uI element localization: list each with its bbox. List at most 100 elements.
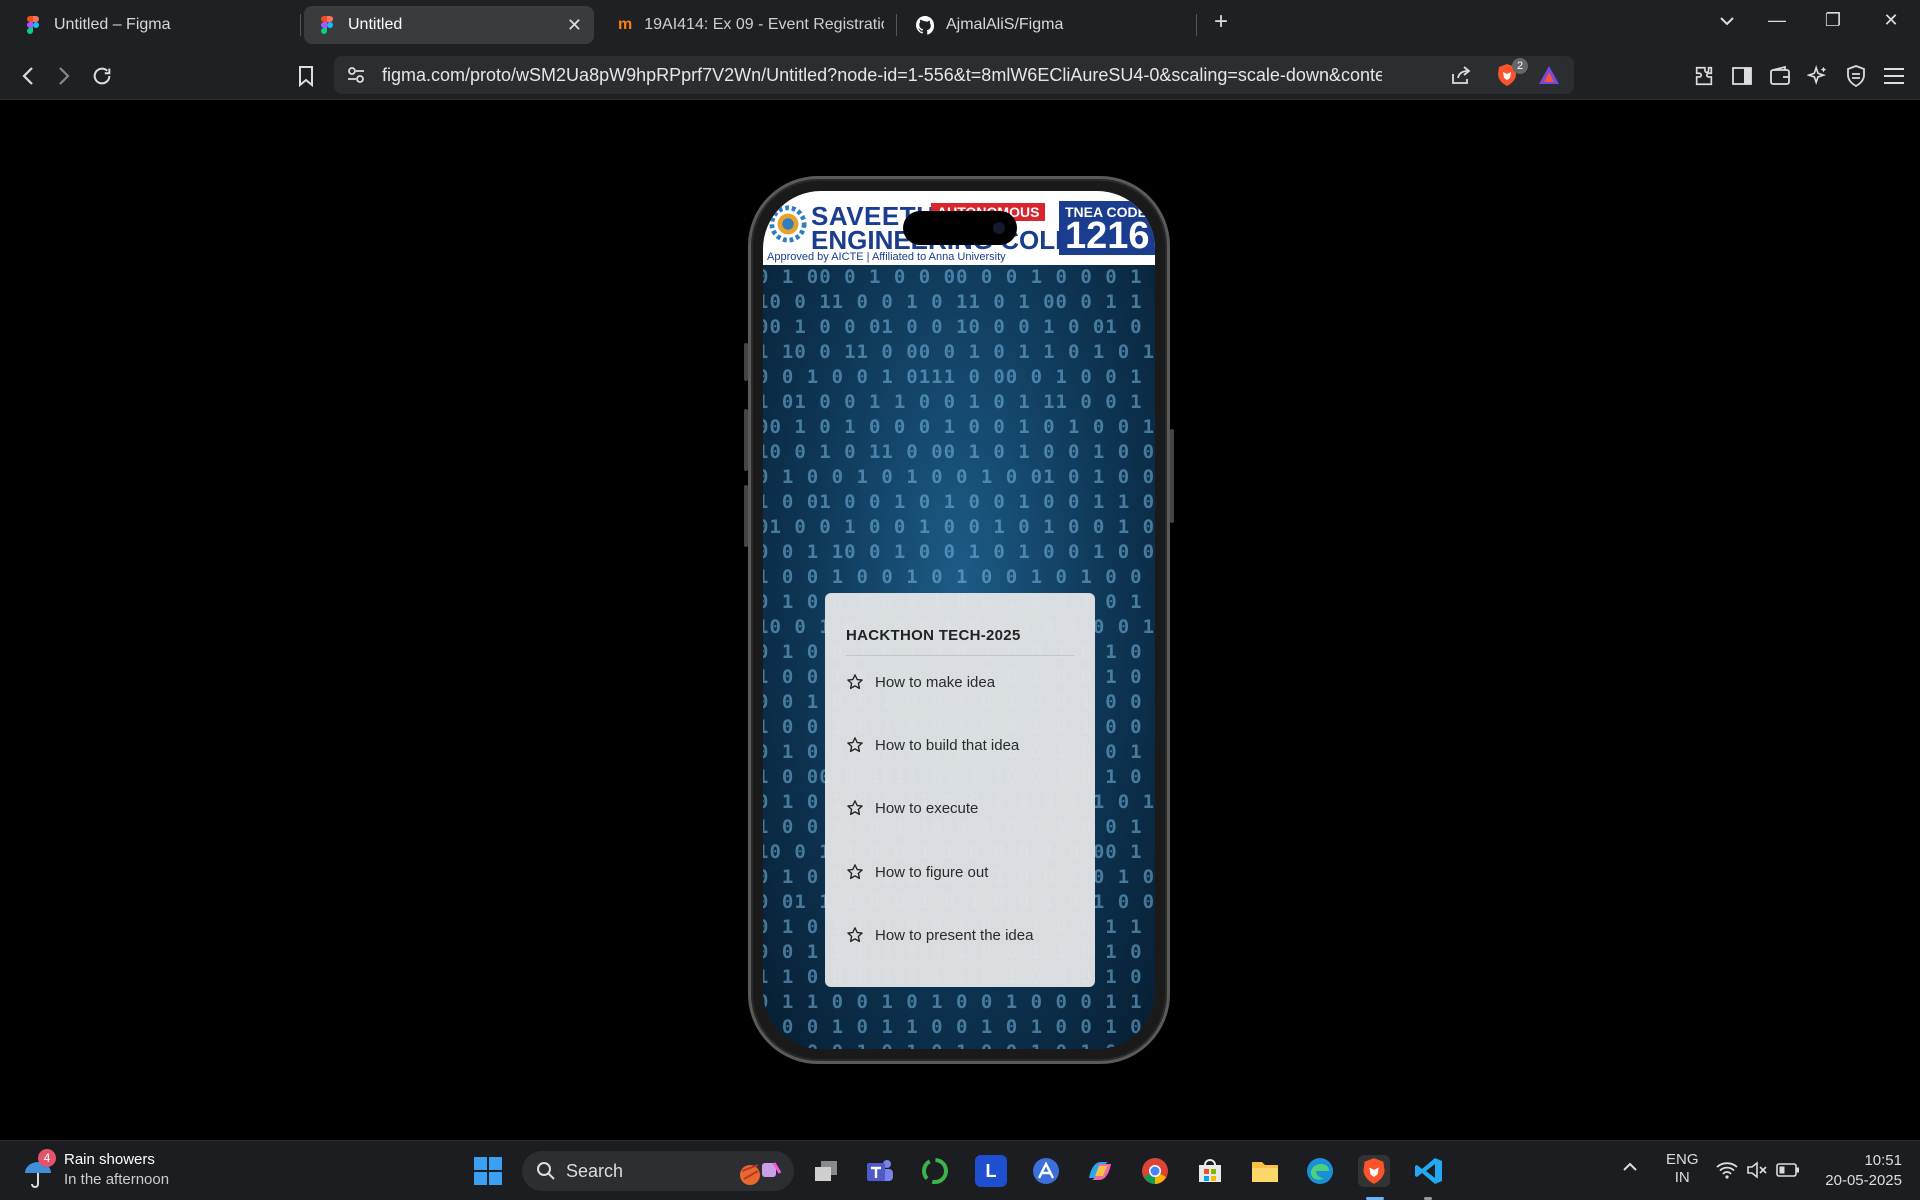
bookmark-icon[interactable] xyxy=(292,62,320,90)
edge-icon[interactable] xyxy=(1304,1155,1336,1187)
menu-item-make-idea[interactable]: How to make idea xyxy=(846,673,995,691)
vscode-icon[interactable] xyxy=(1413,1155,1445,1187)
card-divider xyxy=(846,655,1074,656)
tab-divider xyxy=(300,14,301,36)
menu-item-build-idea[interactable]: How to build that idea xyxy=(846,736,1019,754)
menu-item-label: How to execute xyxy=(875,799,979,817)
task-view-icon[interactable] xyxy=(810,1155,842,1187)
menu-icon[interactable] xyxy=(1880,62,1908,90)
star-icon xyxy=(847,927,863,943)
leo-ai-icon[interactable] xyxy=(1804,62,1832,90)
new-tab-button[interactable]: + xyxy=(1206,8,1236,36)
weather-subtitle: In the afternoon xyxy=(64,1171,170,1188)
college-logo-icon xyxy=(769,205,807,243)
battery-icon[interactable] xyxy=(1776,1162,1800,1182)
refresh-app-icon[interactable] xyxy=(919,1155,951,1187)
shields-count-badge: 2 xyxy=(1512,58,1528,74)
menu-item-figure-out[interactable]: How to figure out xyxy=(846,863,988,881)
teams-icon[interactable] xyxy=(864,1155,896,1187)
volume-muted-icon[interactable] xyxy=(1746,1161,1768,1183)
phone-screen: 0 1 00 0 1 0 0 00 0 0 1 0 0 0 1 0 0 0 1 … xyxy=(763,191,1155,1049)
moodle-icon: m xyxy=(618,16,633,33)
phone-side-button xyxy=(1170,429,1174,523)
menu-item-label: How to figure out xyxy=(875,863,989,881)
figma-icon xyxy=(318,16,336,34)
close-tab-icon[interactable]: ✕ xyxy=(567,15,582,36)
store-icon[interactable] xyxy=(1194,1155,1226,1187)
region-code: IN xyxy=(1674,1169,1690,1186)
l-app-icon[interactable]: L xyxy=(975,1155,1007,1187)
tab-figma-prototype[interactable]: Untitled ✕ xyxy=(304,6,594,44)
approval-text: Approved by AICTE | Affiliated to Anna U… xyxy=(767,251,1006,263)
date-text: 20-05-2025 xyxy=(1825,1172,1902,1189)
github-icon xyxy=(916,16,934,35)
url-text[interactable]: figma.com/proto/wSM2Ua8pW9hpRPprf7V2Wn/U… xyxy=(382,65,1382,86)
back-button[interactable] xyxy=(14,62,42,90)
menu-item-label: How to build that idea xyxy=(875,736,1020,754)
star-icon xyxy=(847,800,863,816)
tab-title: Untitled xyxy=(348,16,403,33)
brave-rewards-icon[interactable] xyxy=(1538,65,1560,90)
hackathon-menu-card: HACKTHON TECH-2025 How to make idea How … xyxy=(825,593,1095,987)
wallet-icon[interactable] xyxy=(1766,62,1794,90)
search-icon xyxy=(537,1162,555,1180)
star-icon xyxy=(847,674,863,690)
tab-title: Untitled – Figma xyxy=(54,16,171,33)
phone-side-button xyxy=(744,485,748,547)
menu-item-label: How to present the idea xyxy=(875,926,1034,944)
copilot-icon[interactable] xyxy=(1084,1155,1116,1187)
browser-tab-bar: Untitled – Figma Untitled ✕ m 19AI414: E… xyxy=(0,0,1920,50)
tnea-code-box: TNEA CODE 1216 xyxy=(1059,201,1155,257)
vpn-shield-icon[interactable] xyxy=(1842,62,1870,90)
language-indicator[interactable]: ENG IN xyxy=(1666,1151,1699,1187)
tab-title: AjmalAliS/Figma xyxy=(946,16,1064,33)
show-hidden-icons-chevron-icon[interactable] xyxy=(1622,1159,1638,1176)
reload-button[interactable] xyxy=(88,62,116,90)
minimize-button[interactable]: — xyxy=(1762,10,1792,31)
language-code: ENG xyxy=(1666,1151,1699,1168)
wifi-icon[interactable] xyxy=(1716,1161,1738,1183)
weather-alert-badge: 4 xyxy=(38,1149,56,1167)
tab-moodle[interactable]: m 19AI414: Ex 09 - Event Registration ( xyxy=(604,6,884,44)
menu-item-label: How to make idea xyxy=(875,673,996,691)
brave-taskbar-icon[interactable] xyxy=(1358,1155,1390,1187)
star-icon xyxy=(847,864,863,880)
star-icon xyxy=(847,737,863,753)
clock[interactable]: 10:51 20-05-2025 xyxy=(1818,1151,1902,1191)
tab-title: 19AI414: Ex 09 - Event Registration ( xyxy=(644,16,884,33)
share-icon[interactable] xyxy=(1450,65,1472,90)
chrome-icon[interactable] xyxy=(1139,1155,1171,1187)
tab-divider xyxy=(896,14,897,36)
phone-side-button xyxy=(744,409,748,471)
search-highlight-icon xyxy=(740,1162,782,1185)
windows-taskbar: 4 Rain showers In the afternoon Search L xyxy=(0,1140,1920,1200)
dynamic-island xyxy=(903,211,1017,245)
restore-button[interactable]: ❐ xyxy=(1818,10,1848,31)
weather-title: Rain showers xyxy=(64,1151,155,1168)
phone-frame: 0 1 00 0 1 0 0 00 0 0 1 0 0 0 1 0 0 0 1 … xyxy=(744,176,1174,1064)
card-title: HACKTHON TECH-2025 xyxy=(846,627,1021,644)
camera-icon xyxy=(993,222,1005,234)
browser-toolbar: figma.com/proto/wSM2Ua8pW9hpRPprf7V2Wn/U… xyxy=(0,50,1920,100)
time-text: 10:51 xyxy=(1864,1152,1902,1169)
phone-side-button xyxy=(744,343,748,381)
tab-github[interactable]: AjmalAliS/Figma xyxy=(902,6,1182,44)
windows-start-icon[interactable] xyxy=(472,1155,504,1187)
tnea-code: 1216 xyxy=(1065,215,1150,257)
tab-figma-editor[interactable]: Untitled – Figma xyxy=(10,6,294,44)
sidebar-toggle-icon[interactable] xyxy=(1728,62,1756,90)
close-window-button[interactable]: ✕ xyxy=(1876,10,1906,31)
tab-divider xyxy=(1196,14,1197,36)
site-settings-icon[interactable] xyxy=(346,65,366,90)
arc-app-icon[interactable] xyxy=(1030,1155,1062,1187)
taskbar-search[interactable]: Search xyxy=(522,1151,794,1191)
menu-item-execute[interactable]: How to execute xyxy=(846,799,978,817)
extensions-icon[interactable] xyxy=(1690,62,1718,90)
figma-icon xyxy=(24,16,42,34)
search-label: Search xyxy=(566,1161,624,1181)
tab-search-chevron-icon[interactable] xyxy=(1712,10,1742,31)
file-explorer-icon[interactable] xyxy=(1249,1155,1281,1187)
address-bar[interactable]: figma.com/proto/wSM2Ua8pW9hpRPprf7V2Wn/U… xyxy=(334,56,1574,94)
forward-button[interactable] xyxy=(50,62,78,90)
menu-item-present-idea[interactable]: How to present the idea xyxy=(846,926,1033,944)
